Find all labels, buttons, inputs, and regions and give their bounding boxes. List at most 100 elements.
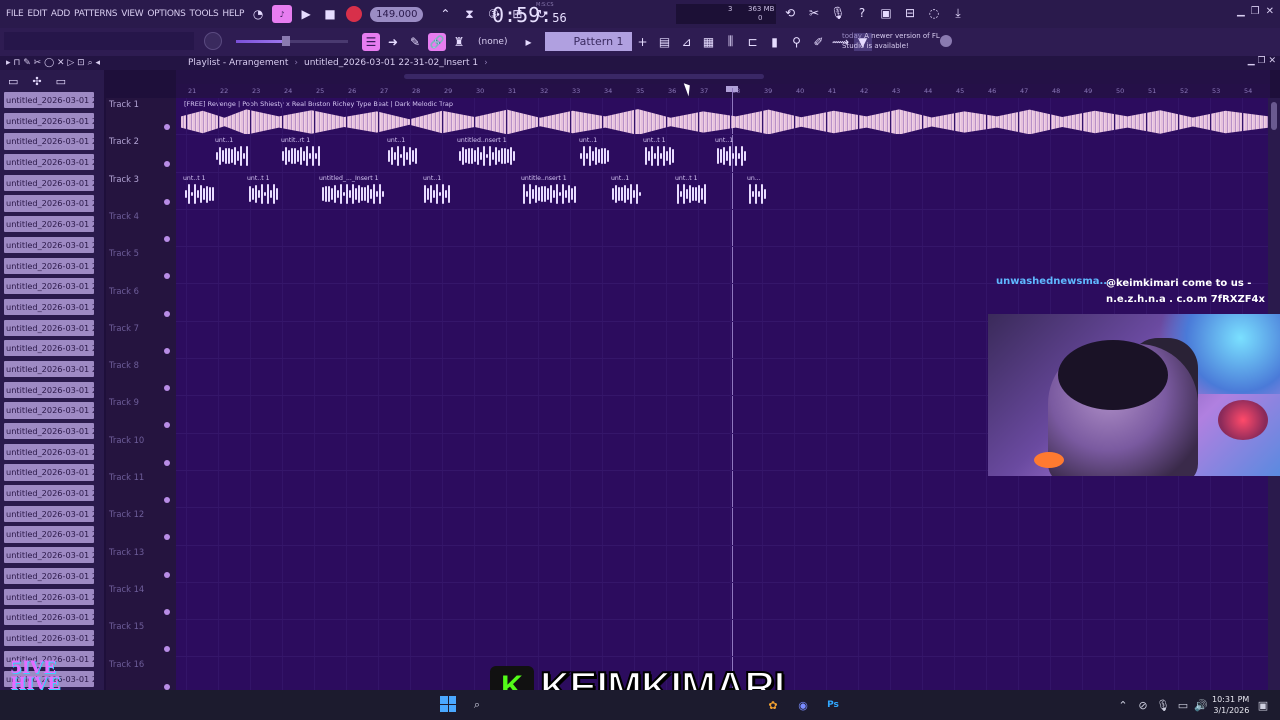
- photoshop-icon[interactable]: Ps: [824, 696, 842, 714]
- menu-item-edit[interactable]: EDIT: [25, 9, 49, 19]
- track-mute-indicator[interactable]: [164, 161, 170, 168]
- undo-icon[interactable]: ⟲: [780, 4, 800, 22]
- fl-studio-taskbar-icon[interactable]: ✿: [764, 696, 782, 714]
- track-mute-indicator[interactable]: [164, 198, 170, 205]
- track-mute-indicator[interactable]: [164, 683, 170, 690]
- chat-icon[interactable]: ◌: [924, 4, 944, 22]
- audio-clip[interactable]: unt..t 1: [674, 174, 708, 209]
- stamp-icon[interactable]: ♜: [450, 33, 468, 51]
- track-mute-indicator[interactable]: [164, 422, 170, 429]
- pencil-icon[interactable]: ✐: [810, 33, 828, 51]
- track-header[interactable]: Track 13: [106, 546, 176, 583]
- browser-file-item[interactable]: untitled_2026-03-01 22-...: [4, 319, 94, 336]
- horizontal-scrollbar[interactable]: [176, 70, 1270, 84]
- stop-icon[interactable]: ■: [320, 5, 340, 23]
- browser-file-item[interactable]: untitled_2026-03-01 22-...: [4, 133, 94, 150]
- browser-icon[interactable]: ⊏: [744, 33, 762, 51]
- browser-file-item[interactable]: untitled_2026-03-01 22-...: [4, 174, 94, 191]
- pitch-icon[interactable]: ⌃: [435, 5, 455, 23]
- audio-clip[interactable]: unt..1: [578, 136, 610, 171]
- menu-item-patterns[interactable]: PATTERNS: [72, 9, 119, 19]
- audio-clip[interactable]: untitle..nsert 1: [520, 174, 578, 209]
- notification-icon[interactable]: ▣: [1254, 696, 1272, 714]
- menu-item-add[interactable]: ADD: [49, 9, 72, 19]
- audio-clip[interactable]: unt..1: [610, 174, 642, 209]
- browser-file-item[interactable]: untitled_2026-03-01 22-...: [4, 257, 94, 274]
- track-header[interactable]: Track 6: [106, 285, 176, 322]
- menu-item-help[interactable]: HELP: [220, 9, 246, 19]
- discord-icon[interactable]: ◉: [794, 696, 812, 714]
- download-icon[interactable]: ⤓: [948, 4, 968, 22]
- track-header[interactable]: Track 15: [106, 620, 176, 657]
- mixer-view-icon[interactable]: ⫼: [722, 33, 740, 51]
- slider-thumb[interactable]: [282, 36, 290, 46]
- track-header[interactable]: Track 3: [106, 173, 176, 210]
- browser-file-item[interactable]: untitled_2026-03-01 22-...: [4, 360, 94, 378]
- audio-clip[interactable]: unt..t 1: [642, 136, 676, 171]
- audio-clip[interactable]: untitled_..._Insert 1: [318, 174, 388, 209]
- browser-file-item[interactable]: untitled_2026-03-01 22-...: [4, 609, 94, 626]
- add-pattern-icon[interactable]: +: [634, 33, 652, 51]
- mixer-icon[interactable]: ⊟: [900, 4, 920, 22]
- song-mode-icon[interactable]: ♪: [272, 5, 293, 23]
- track-header[interactable]: Track 14: [106, 583, 176, 620]
- tray-network-icon[interactable]: ⊘: [1134, 696, 1152, 714]
- audio-clip[interactable]: unt..t 1: [246, 174, 280, 209]
- scroll-thumb[interactable]: [1271, 102, 1277, 130]
- track-mute-indicator[interactable]: [164, 571, 170, 578]
- browser-menu-icon[interactable]: ▭: [8, 75, 18, 88]
- browser-file-item[interactable]: untitled_2026-03-01 22-...: [4, 195, 94, 212]
- browser-expand-icon[interactable]: ✣: [32, 75, 41, 88]
- browser-file-item[interactable]: untitled_2026-03-01 22-...: [4, 154, 94, 171]
- track-mute-indicator[interactable]: [164, 534, 170, 541]
- track-mute-indicator[interactable]: [164, 646, 170, 653]
- timeline-ruler[interactable]: 2122232425262728293031323334353637383940…: [176, 84, 1270, 98]
- track-header[interactable]: Track 1: [106, 98, 176, 135]
- browser-file-item[interactable]: untitled_2026-03-01 22-...: [4, 402, 94, 419]
- track-mute-indicator[interactable]: [164, 273, 170, 280]
- playlist-icon[interactable]: ▤: [656, 33, 674, 51]
- browser-file-item[interactable]: untitled_2026-03-01 22-...: [4, 464, 94, 481]
- track-mute-indicator[interactable]: [164, 459, 170, 466]
- menu-item-file[interactable]: FILE: [4, 9, 25, 19]
- tray-chevron-icon[interactable]: ⌃: [1114, 696, 1132, 714]
- browser-file-item[interactable]: untitled_2026-03-01 22-...: [4, 547, 94, 564]
- browser-file-item[interactable]: untitled_2026-03-01 22-...: [4, 92, 94, 109]
- tray-mic-icon[interactable]: 🎙: [1154, 696, 1172, 714]
- tempo-display[interactable]: 149.000: [370, 6, 424, 22]
- tray-display-icon[interactable]: ▭: [1174, 696, 1192, 714]
- browser-collapse-icon[interactable]: ▭: [56, 75, 66, 88]
- metronome-icon[interactable]: ◔: [248, 5, 268, 23]
- audio-clip[interactable]: un...: [746, 174, 768, 209]
- record-button[interactable]: [346, 6, 363, 22]
- track-header[interactable]: Track 4: [106, 210, 176, 247]
- track-mute-indicator[interactable]: [164, 497, 170, 503]
- audio-clip[interactable]: untitled..nsert 1: [456, 136, 518, 171]
- browser-file-item[interactable]: untitled_2026-03-01 22-...: [4, 443, 94, 460]
- browser-file-item[interactable]: untitled_2026-03-01 22-...: [4, 278, 94, 295]
- browser-file-item[interactable]: untitled_2026-03-01 22-...: [4, 629, 94, 647]
- arrow-icon[interactable]: ➜: [384, 33, 402, 51]
- browser-file-item[interactable]: untitled_2026-03-01 22-...: [4, 588, 94, 605]
- browser-file-item[interactable]: untitled_2026-03-01 22-...: [4, 236, 94, 253]
- track-header[interactable]: Track 8: [106, 359, 176, 396]
- pattern-select[interactable]: Pattern 1: [545, 32, 632, 51]
- restore-icon[interactable]: ❐: [1251, 6, 1260, 17]
- help-icon[interactable]: ?: [852, 4, 872, 22]
- channel-rack-icon[interactable]: ▦: [700, 33, 718, 51]
- wait-icon[interactable]: ⧗: [459, 5, 479, 23]
- browser-file-item[interactable]: untitled_2026-03-01 22-...: [4, 567, 94, 584]
- minimize-icon[interactable]: ▁: [1237, 6, 1245, 17]
- play-icon[interactable]: ▶: [296, 5, 316, 23]
- track-mute-indicator[interactable]: [164, 124, 170, 130]
- audio-clip[interactable]: unt..1: [422, 174, 452, 209]
- piano-roll-icon[interactable]: ⊿: [678, 33, 696, 51]
- save-icon[interactable]: ▣: [876, 4, 896, 22]
- track-header[interactable]: Track 12: [106, 508, 176, 545]
- master-volume-knob[interactable]: [204, 32, 222, 50]
- search-icon[interactable]: ⌕: [468, 696, 486, 714]
- playlist-window-controls[interactable]: ▁ ❐ ✕: [1248, 56, 1276, 66]
- news-icon[interactable]: [940, 35, 952, 47]
- link-icon[interactable]: 🔗: [428, 32, 446, 51]
- track-mute-indicator[interactable]: [164, 235, 170, 242]
